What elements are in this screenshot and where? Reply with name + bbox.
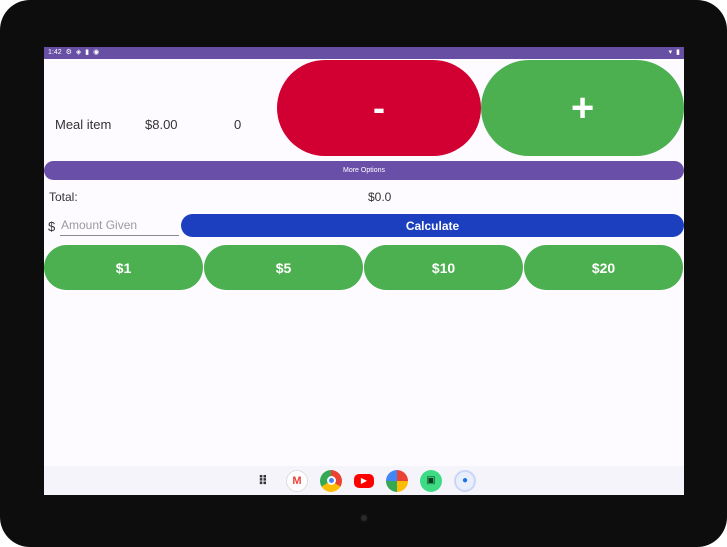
shield-icon: ◈	[75, 49, 82, 56]
gmail-icon[interactable]: M	[286, 469, 308, 492]
meal-item-price: $8.00	[145, 117, 178, 132]
camera-icon	[359, 513, 369, 523]
android-icon[interactable]: ▣	[420, 469, 442, 492]
tablet-device-frame: 1:42 ⚙ ◈ ▮ ◉ ▾ ▮ Meal item $8.00 0 - + M…	[0, 0, 727, 547]
chrome-icon[interactable]	[320, 469, 342, 492]
photos-icon[interactable]	[386, 469, 408, 492]
quick-amount-20-button[interactable]: $20	[524, 245, 683, 290]
amount-given-input[interactable]	[60, 215, 179, 236]
meal-item-label: Meal item	[55, 117, 112, 132]
messages-icon[interactable]: ●	[454, 469, 476, 492]
gear-icon: ⚙	[65, 49, 72, 56]
decrease-quantity-button[interactable]: -	[277, 60, 481, 156]
status-left: 1:42 ⚙ ◈ ▮ ◉	[48, 48, 99, 58]
meal-item-quantity: 0	[234, 117, 242, 132]
total-label: Total:	[49, 190, 78, 204]
more-options-button[interactable]: More Options	[44, 161, 684, 180]
app-screen: 1:42 ⚙ ◈ ▮ ◉ ▾ ▮ Meal item $8.00 0 - + M…	[44, 47, 684, 495]
quick-amount-5-button[interactable]: $5	[204, 245, 363, 290]
calculate-button[interactable]: Calculate	[181, 214, 684, 237]
android-icon: ◉	[93, 49, 100, 56]
meal-item-row: Meal item $8.00 0 - +	[44, 60, 684, 159]
status-time: 1:42	[48, 49, 62, 56]
currency-symbol: $	[48, 219, 56, 234]
increase-quantity-button[interactable]: +	[481, 60, 684, 156]
sim-icon: ▮	[85, 49, 90, 56]
battery-icon: ▮	[676, 49, 680, 56]
total-value: $0.0	[368, 190, 392, 204]
apps-grid-icon[interactable]: ⠿	[252, 470, 274, 492]
quick-amount-10-button[interactable]: $10	[364, 245, 523, 290]
wifi-icon: ▾	[668, 49, 673, 56]
youtube-icon[interactable]: ▶	[354, 473, 374, 488]
taskbar-dock: ⠿ M ▶ ▣ ●	[44, 466, 684, 495]
quick-amount-row: $1 $5 $10 $20	[44, 245, 684, 290]
status-bar: 1:42 ⚙ ◈ ▮ ◉ ▾ ▮	[44, 47, 684, 59]
status-right: ▾ ▮	[669, 48, 680, 58]
quick-amount-1-button[interactable]: $1	[44, 245, 203, 290]
